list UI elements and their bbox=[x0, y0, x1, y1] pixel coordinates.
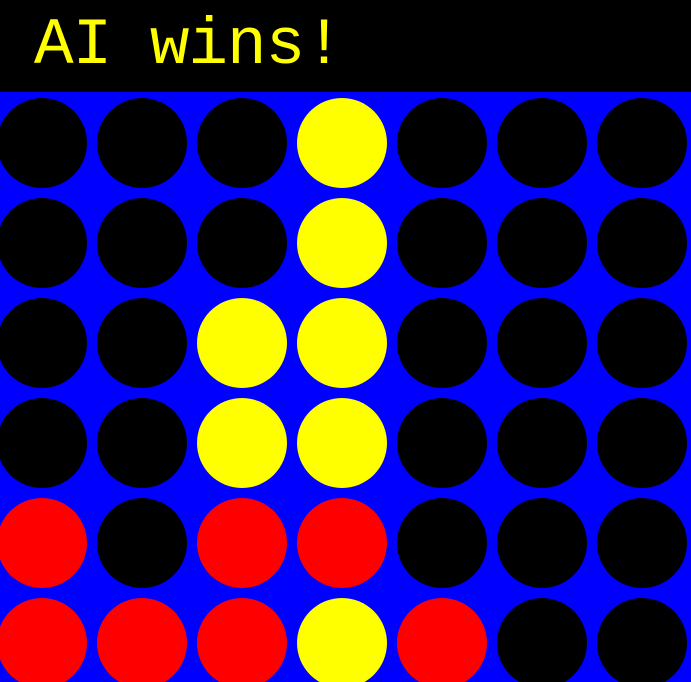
board-cell-r6-c6-empty[interactable] bbox=[497, 598, 587, 682]
board-cell-r5-c5-empty[interactable] bbox=[397, 498, 487, 588]
board-cell-r3-c4-ai[interactable] bbox=[297, 298, 387, 388]
board-cell-r2-c7-empty[interactable] bbox=[597, 198, 687, 288]
board-cell-r2-c3-empty[interactable] bbox=[197, 198, 287, 288]
board-cell-r1-c3-empty[interactable] bbox=[197, 98, 287, 188]
board-cell-r5-c7-empty[interactable] bbox=[597, 498, 687, 588]
board-cell-r2-c4-ai[interactable] bbox=[297, 198, 387, 288]
board-cell-r3-c7-empty[interactable] bbox=[597, 298, 687, 388]
board-cell-r2-c1-empty[interactable] bbox=[0, 198, 87, 288]
board-cell-r1-c1-empty[interactable] bbox=[0, 98, 87, 188]
board-cell-r3-c2-empty[interactable] bbox=[97, 298, 187, 388]
board-cell-r1-c2-empty[interactable] bbox=[97, 98, 187, 188]
board-cell-r4-c6-empty[interactable] bbox=[497, 398, 587, 488]
board-cell-r4-c3-ai[interactable] bbox=[197, 398, 287, 488]
board-cell-r6-c1-player[interactable] bbox=[0, 598, 87, 682]
board-cell-r5-c3-player[interactable] bbox=[197, 498, 287, 588]
board-cell-r6-c2-player[interactable] bbox=[97, 598, 187, 682]
board-cell-r3-c1-empty[interactable] bbox=[0, 298, 87, 388]
board-cell-r1-c7-empty[interactable] bbox=[597, 98, 687, 188]
game-board[interactable] bbox=[0, 92, 691, 682]
board-cell-r5-c2-empty[interactable] bbox=[97, 498, 187, 588]
board-cell-r6-c4-ai[interactable] bbox=[297, 598, 387, 682]
board-cell-r6-c3-player[interactable] bbox=[197, 598, 287, 682]
board-cell-r5-c6-empty[interactable] bbox=[497, 498, 587, 588]
board-cell-r2-c6-empty[interactable] bbox=[497, 198, 587, 288]
game-status-message: AI wins! bbox=[34, 8, 344, 83]
board-cell-r4-c4-ai[interactable] bbox=[297, 398, 387, 488]
board-cell-r2-c5-empty[interactable] bbox=[397, 198, 487, 288]
board-cell-r2-c2-empty[interactable] bbox=[97, 198, 187, 288]
board-cell-r1-c6-empty[interactable] bbox=[497, 98, 587, 188]
connect-four-window: AI wins! bbox=[0, 0, 691, 682]
board-cell-r3-c6-empty[interactable] bbox=[497, 298, 587, 388]
status-bar: AI wins! bbox=[0, 0, 691, 92]
board-cell-r4-c1-empty[interactable] bbox=[0, 398, 87, 488]
board-cell-r6-c5-player[interactable] bbox=[397, 598, 487, 682]
board-cell-r6-c7-empty[interactable] bbox=[597, 598, 687, 682]
board-cell-r4-c7-empty[interactable] bbox=[597, 398, 687, 488]
board-cell-r4-c5-empty[interactable] bbox=[397, 398, 487, 488]
board-cell-r1-c4-ai[interactable] bbox=[297, 98, 387, 188]
board-cell-r3-c3-ai[interactable] bbox=[197, 298, 287, 388]
board-cell-r3-c5-empty[interactable] bbox=[397, 298, 487, 388]
board-cell-r4-c2-empty[interactable] bbox=[97, 398, 187, 488]
board-cell-r1-c5-empty[interactable] bbox=[397, 98, 487, 188]
board-cell-r5-c1-player[interactable] bbox=[0, 498, 87, 588]
board-cell-r5-c4-player[interactable] bbox=[297, 498, 387, 588]
